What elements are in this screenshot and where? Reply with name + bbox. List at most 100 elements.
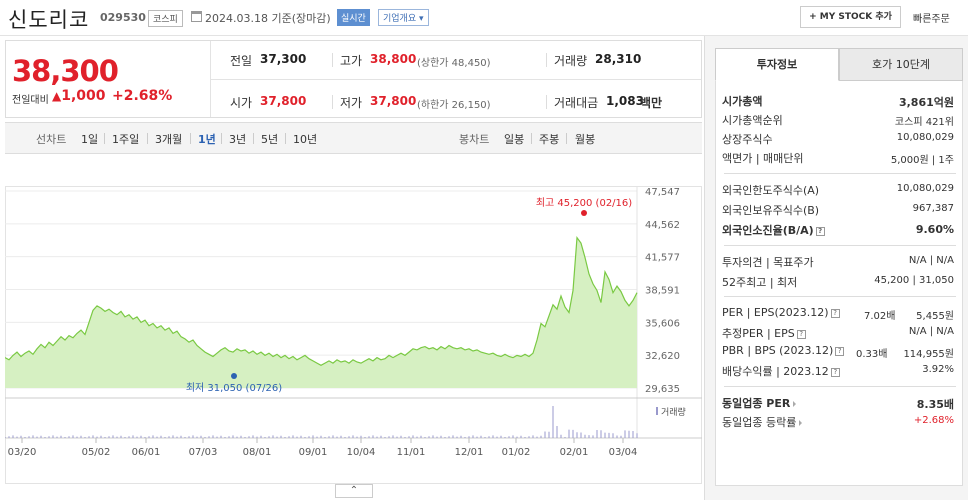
x-tick-label: 03/20 [8, 447, 37, 458]
trade-value: 1,083 [606, 94, 644, 108]
x-tick-label: 09/01 [299, 447, 328, 458]
foreign-limit-value: 10,080,029 [896, 183, 954, 194]
chevron-down-icon: ▾ [416, 14, 424, 24]
candle-monthly[interactable]: 월봉 [575, 131, 595, 147]
per-row: PER | EPS(2023.12)? [722, 306, 840, 319]
prev-close-label: 전일 [230, 54, 253, 68]
divider [253, 133, 254, 144]
period-5y[interactable]: 5년 [261, 131, 278, 147]
per-label: PER | EPS(2023.12) [722, 306, 829, 319]
bps-value: 114,955원 [903, 349, 954, 360]
candle-weekly[interactable]: 주봉 [539, 131, 559, 147]
foreign-rate-label: 외국인소진율(B/A) [722, 224, 814, 237]
dividend-value: 3.92% [922, 364, 954, 375]
volume-legend-swatch [656, 407, 658, 415]
market-badge: 코스피 [148, 10, 183, 27]
period-10y[interactable]: 10년 [293, 131, 317, 147]
par-value-label: 액면가 | 매매단위 [722, 152, 804, 165]
y-tick-label: 32,620 [645, 351, 680, 362]
divider [190, 133, 191, 144]
divider [285, 133, 286, 144]
x-tick-label: 11/01 [397, 447, 426, 458]
period-1d[interactable]: 1일 [81, 131, 98, 147]
divider [531, 133, 532, 144]
eps-value: 5,455원 [916, 311, 954, 322]
period-1y[interactable]: 1년 [198, 131, 216, 147]
foreign-held-value: 967,387 [912, 203, 954, 214]
y-tick-label: 47,547 [645, 187, 680, 198]
line-chart-label: 선차트 [36, 133, 67, 146]
divider [332, 53, 333, 67]
invest-info-content: 시가총액 3,861억원 시가총액순위 코스피 421위 상장주식수 10,08… [715, 81, 963, 486]
divider [221, 133, 222, 144]
change-value: ▲1,000 [52, 88, 106, 104]
foreign-held-label: 외국인보유주식수(B) [722, 204, 820, 217]
current-price: 38,300 [12, 54, 119, 88]
divider [546, 53, 547, 67]
sector-change-row[interactable]: 동일업종 등락률 [722, 414, 803, 430]
period-3m[interactable]: 3개월 [155, 131, 182, 147]
opinion-label: 투자의견 | 목표주가 [722, 256, 814, 269]
high-marker [581, 210, 587, 216]
price-chart-svg: 47,547 44,562 41,577 38,591 35,606 32,620 29,6… [4, 186, 702, 484]
volume-value: 28,310 [595, 52, 642, 66]
x-tick-label: 12/01 [455, 447, 484, 458]
volume-legend-label: 거래량 [661, 406, 686, 418]
collapse-chart-button[interactable]: ⌃ [335, 484, 373, 498]
help-icon[interactable]: ? [830, 308, 840, 318]
realtime-button[interactable]: 실시간 [337, 9, 370, 26]
sector-change-value: +2.68% [913, 415, 954, 426]
x-tick-label: 06/01 [132, 447, 161, 458]
period-1w[interactable]: 1주일 [112, 131, 139, 147]
stock-code: 029530 [100, 11, 146, 24]
x-tick-label: 07/03 [189, 447, 218, 458]
divider [147, 133, 148, 144]
chevron-up-icon: ⌃ [349, 485, 359, 496]
high-value: 38,800 [370, 52, 417, 66]
help-icon[interactable]: ? [830, 367, 840, 377]
help-icon[interactable]: ? [835, 346, 845, 356]
market-cap-rank-label: 시가총액순위 [722, 114, 783, 127]
company-info-dropdown[interactable]: 기업개요 ▾ [378, 9, 429, 26]
sector-per-row[interactable]: 동일업종 PER [722, 395, 797, 411]
price-chart: 47,547 44,562 41,577 38,591 35,606 32,620 29,6… [4, 156, 702, 500]
period-selector: 선차트 1일 1주일 3개월 1년 3년 5년 10년 봉차트 일봉 주봉 월봉 [5, 122, 702, 154]
tab-order-book[interactable]: 호가 10단계 [839, 48, 963, 81]
add-my-stock-button[interactable]: + MY STOCK 추가 [800, 6, 901, 28]
y-tick-label: 44,562 [645, 220, 680, 231]
change-label: 전일대비 [12, 95, 49, 106]
quote-summary: 38,300 전일대비 ▲1,000 +2.68% 전일 37,300 고가 3… [5, 40, 702, 118]
help-icon[interactable]: ? [815, 226, 825, 236]
high-annotation: 최고 45,200 (02/16) [536, 197, 632, 209]
divider [724, 386, 956, 387]
tab-invest-info[interactable]: 투자정보 [715, 48, 839, 81]
upper-limit: (상한가 48,450) [417, 58, 491, 69]
divider [546, 95, 547, 109]
help-icon[interactable]: ? [796, 329, 806, 339]
per-value: 7.02배 [864, 311, 896, 322]
divider [332, 95, 333, 109]
open-value: 37,800 [260, 94, 307, 108]
period-3y[interactable]: 3년 [229, 131, 246, 147]
change-percent: +2.68% [112, 88, 173, 104]
week52-value: 45,200 | 31,050 [874, 275, 954, 286]
candle-daily[interactable]: 일봉 [504, 131, 524, 147]
x-tick-label: 08/01 [243, 447, 272, 458]
sector-per-value: 8.35배 [916, 398, 954, 411]
x-tick-label: 03/04 [609, 447, 638, 458]
sector-change-label: 동일업종 등락률 [722, 416, 797, 429]
divider [724, 245, 956, 246]
pbr-row: PBR | BPS (2023.12)? [722, 344, 845, 357]
company-name: 신도리코 [8, 8, 90, 32]
shares-value: 10,080,029 [896, 132, 954, 143]
x-tick-label: 05/02 [82, 447, 111, 458]
y-tick-label: 38,591 [645, 286, 680, 297]
y-tick-label: 29,635 [645, 384, 680, 395]
high-label: 고가 [340, 54, 363, 68]
sector-per-label: 동일업종 PER [722, 397, 791, 410]
divider [104, 133, 105, 144]
dividend-row: 배당수익률 | 2023.12? [722, 363, 840, 379]
foreign-rate-value: 9.60% [915, 223, 954, 236]
quick-order-button[interactable]: 빠른주문 [913, 10, 950, 25]
shares-label: 상장주식수 [722, 133, 773, 146]
